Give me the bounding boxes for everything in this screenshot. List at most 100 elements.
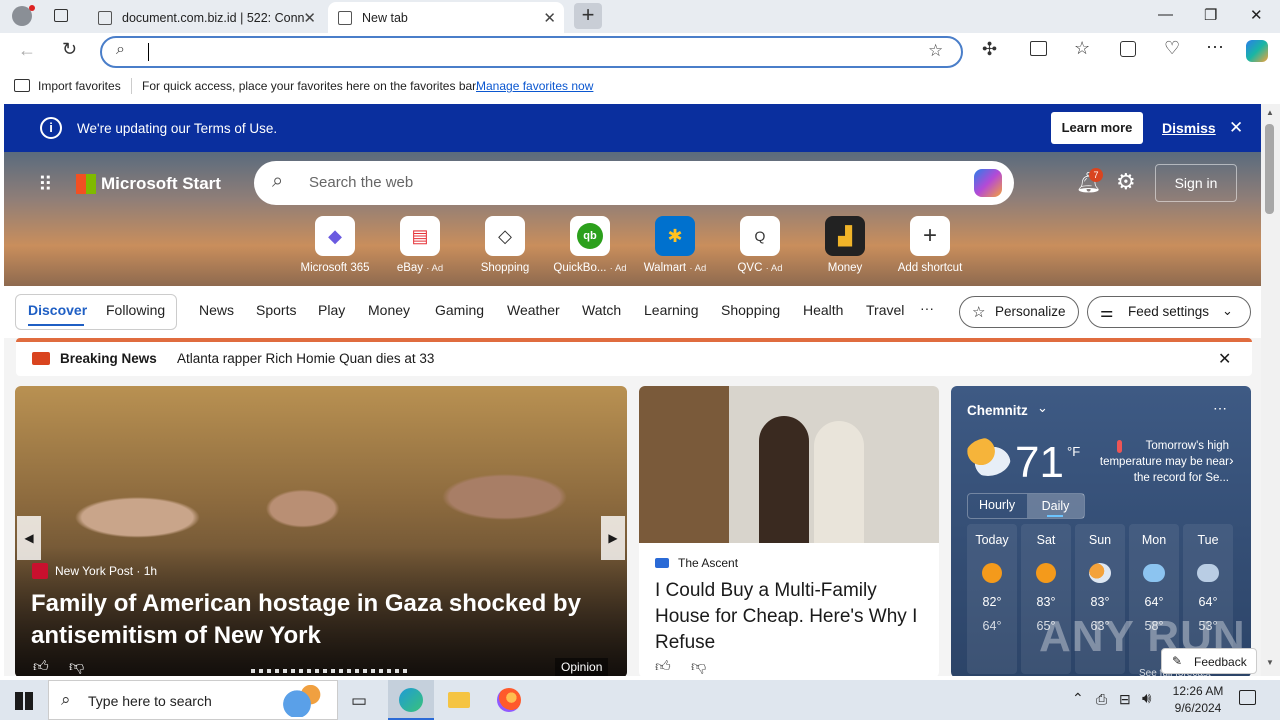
copilot-icon[interactable] — [974, 169, 1002, 197]
address-bar[interactable]: ⌕ ☆ — [100, 36, 963, 68]
back-icon[interactable]: ← — [18, 40, 36, 61]
like-icon[interactable]: 👍︎ — [33, 658, 49, 676]
scroll-down-icon[interactable]: ▼ — [1266, 658, 1274, 667]
import-favorites-button[interactable]: Import favorites — [38, 79, 121, 93]
manage-favorites-link[interactable]: Manage favorites now — [476, 79, 593, 93]
app-launcher-icon[interactable]: ⠿ — [38, 172, 53, 197]
nav-play[interactable]: Play — [318, 302, 345, 318]
close-breaking-icon[interactable]: ✕ — [1218, 349, 1231, 369]
dislike-icon[interactable]: 👎︎ — [69, 658, 84, 676]
shortcut-qvc[interactable]: Q QVC · Ad — [715, 216, 805, 274]
taskbar-search-box[interactable]: ⌕ Type here to search — [48, 680, 338, 720]
prev-arrow-button[interactable]: ◀ — [17, 516, 41, 560]
scroll-up-icon[interactable]: ▲ — [1266, 108, 1274, 117]
minimize-icon[interactable]: — — [1158, 6, 1173, 23]
dismiss-link[interactable]: Dismiss — [1162, 120, 1216, 136]
split-screen-icon[interactable] — [1030, 41, 1047, 56]
more-menu-icon[interactable]: ⋯ — [1206, 37, 1224, 58]
tab-hourly[interactable]: Hourly — [979, 498, 1015, 512]
breaking-news-bar[interactable]: Breaking News Atlanta rapper Rich Homie … — [16, 338, 1252, 376]
shortcut-ebay[interactable]: ▤ eBay · Ad — [375, 216, 465, 274]
close-tab-icon[interactable]: ✕ — [303, 9, 316, 27]
favorites-icon[interactable]: ☆ — [1074, 38, 1090, 59]
edge-taskbar-icon[interactable] — [388, 680, 434, 720]
nav-health[interactable]: Health — [803, 302, 843, 318]
nav-more-button[interactable]: ··· — [920, 300, 934, 316]
nav-sports[interactable]: Sports — [256, 302, 296, 318]
clock-time[interactable]: 12:26 AM — [1170, 684, 1226, 698]
windows-start-icon[interactable] — [15, 692, 33, 710]
story-headline[interactable]: I Could Buy a Multi-Family House for Che… — [655, 578, 931, 656]
restore-icon[interactable]: ❐ — [1204, 6, 1217, 24]
settings-gear-icon[interactable]: ⚙ — [1116, 169, 1136, 195]
weather-more-icon[interactable]: ⋯ — [1213, 400, 1227, 417]
tab-discover[interactable]: Discover — [28, 302, 87, 318]
next-arrow-button[interactable]: ▶ — [601, 516, 625, 560]
personalize-label: Personalize — [995, 304, 1066, 319]
tab-following[interactable]: Following — [106, 302, 165, 318]
collections-icon[interactable] — [1120, 41, 1136, 57]
new-tab-button[interactable]: + — [574, 3, 602, 29]
tab-actions-icon[interactable] — [54, 9, 68, 22]
story-headline[interactable]: Family of American hostage in Gaza shock… — [31, 588, 611, 652]
brand-name[interactable]: Microsoft Start — [101, 174, 221, 194]
close-window-icon[interactable]: ✕ — [1250, 6, 1263, 24]
shortcut-walmart[interactable]: ✱ Walmart · Ad — [630, 216, 720, 274]
network-icon[interactable]: ⊟ — [1119, 691, 1131, 708]
story-card[interactable]: The Ascent I Could Buy a Multi-Family Ho… — [639, 386, 939, 676]
chevron-down-icon[interactable]: ⌄ — [1037, 400, 1048, 416]
weather-note[interactable]: Tomorrow's high temperature may be near … — [1094, 438, 1229, 486]
notification-center-icon[interactable] — [1239, 690, 1256, 705]
nav-gaming[interactable]: Gaming — [435, 302, 484, 318]
favorite-star-icon[interactable]: ☆ — [928, 41, 943, 61]
tab-document[interactable]: document.com.biz.id | 522: Conn ✕ — [88, 2, 324, 33]
scroll-thumb[interactable] — [1265, 124, 1274, 214]
nav-travel[interactable]: Travel — [866, 302, 904, 318]
shortcut-quickbooks[interactable]: qb QuickBo... · Ad — [545, 216, 635, 274]
nav-weather[interactable]: Weather — [507, 302, 560, 318]
hero-story-card[interactable]: ◀ ▶ New York Post · 1h Family of America… — [15, 386, 627, 676]
learn-more-button[interactable]: Learn more — [1051, 112, 1143, 144]
refresh-icon[interactable]: ↻ — [62, 39, 77, 60]
extensions-icon[interactable]: ✣ — [982, 39, 997, 60]
tab-new-tab[interactable]: New tab ✕ — [328, 2, 564, 33]
daily-underline — [1047, 515, 1063, 517]
nav-money[interactable]: Money — [368, 302, 410, 318]
sign-in-button[interactable]: Sign in — [1155, 164, 1237, 202]
browser-essentials-icon[interactable]: ♡ — [1164, 38, 1180, 59]
web-search-box[interactable]: ⌕ Search the web — [254, 161, 1014, 205]
forecast-day[interactable]: Today 82° 64° — [967, 524, 1017, 674]
chevron-up-icon[interactable]: ⌃ — [1072, 690, 1084, 707]
firefox-icon[interactable] — [497, 688, 521, 712]
shortcut-label: Shopping — [480, 262, 530, 274]
nav-shopping[interactable]: Shopping — [721, 302, 780, 318]
add-shortcut-button[interactable]: + Add shortcut — [885, 216, 975, 274]
close-tab-icon[interactable]: ✕ — [543, 9, 556, 27]
copilot-icon[interactable] — [1246, 40, 1268, 62]
page-scrollbar[interactable]: ▲ ▼ — [1261, 104, 1280, 676]
nav-news[interactable]: News — [199, 302, 234, 318]
volume-icon[interactable]: 🔊︎ — [1142, 690, 1151, 707]
feedback-button[interactable]: ✎ Feedback — [1161, 648, 1257, 674]
personalize-button[interactable]: ☆ Personalize — [959, 296, 1079, 328]
dislike-icon[interactable]: 👎︎ — [691, 658, 706, 676]
device-icon[interactable]: ⎙ — [1096, 691, 1107, 708]
like-icon[interactable]: 👍︎ — [655, 658, 671, 676]
shortcut-label: QVC — [737, 262, 763, 274]
shortcut-microsoft-365[interactable]: ◆ Microsoft 365 — [290, 216, 380, 274]
import-favorites-icon[interactable] — [14, 79, 30, 92]
day-high: 64° — [1198, 595, 1218, 609]
nav-watch[interactable]: Watch — [582, 302, 621, 318]
close-notice-icon[interactable]: ✕ — [1229, 118, 1243, 138]
weather-city[interactable]: Chemnitz — [967, 403, 1028, 418]
shortcut-money[interactable]: ▟ Money — [800, 216, 890, 274]
shortcut-shopping[interactable]: ◇ Shopping — [460, 216, 550, 274]
feed-settings-button[interactable]: ⚌ Feed settings ⌄ — [1087, 296, 1251, 328]
file-explorer-icon[interactable] — [448, 692, 470, 708]
chevron-right-icon[interactable]: › — [1229, 452, 1234, 468]
breaking-headline[interactable]: Atlanta rapper Rich Homie Quan dies at 3… — [177, 351, 434, 366]
clock-date[interactable]: 9/6/2024 — [1168, 701, 1228, 715]
task-view-icon[interactable]: ▭ — [351, 691, 367, 711]
nav-learning[interactable]: Learning — [644, 302, 699, 318]
day-name: Sat — [1036, 533, 1056, 547]
